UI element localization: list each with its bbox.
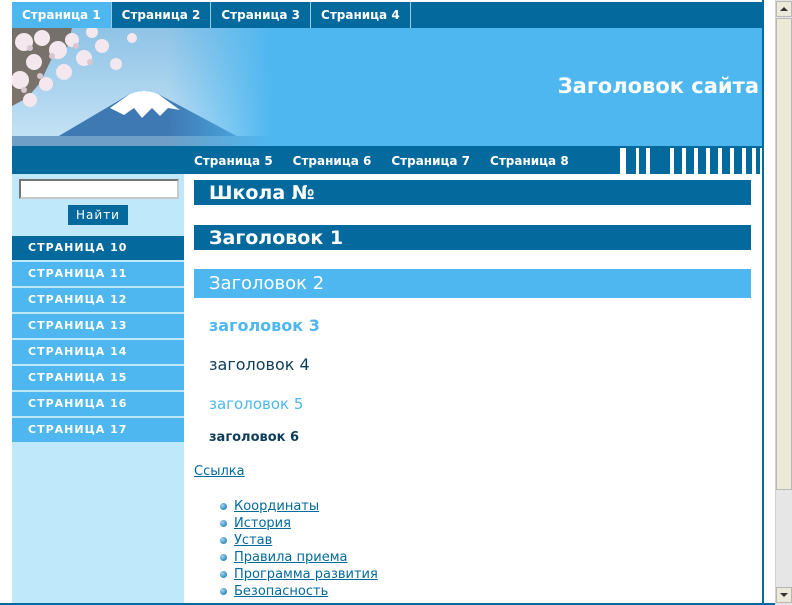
site-banner: Заголовок сайта <box>12 28 763 146</box>
decorative-stripes <box>620 148 763 174</box>
heading-2: Заголовок 2 <box>194 269 751 298</box>
secondary-navigation: Страница 5 Страница 6 Страница 7 Страниц… <box>12 146 763 174</box>
search-button[interactable]: Найти <box>68 205 128 225</box>
link-admission-rules[interactable]: Правила приема <box>234 550 347 565</box>
school-heading: Школа № <box>194 180 751 205</box>
link-history[interactable]: История <box>234 516 291 531</box>
bullet-icon <box>220 503 227 510</box>
sidebar-item-page-13[interactable]: СТРАНИЦА 13 <box>12 314 184 338</box>
heading-6: заголовок 6 <box>209 430 300 445</box>
sidebar-item-page-17[interactable]: СТРАНИЦА 17 <box>12 418 184 442</box>
subnav-page-6[interactable]: Страница 6 <box>293 146 372 174</box>
list-item: Правила приема <box>218 549 751 566</box>
frame-right-border <box>762 0 764 605</box>
scroll-down-arrow-icon[interactable] <box>776 587 792 603</box>
heading-3: заголовок 3 <box>209 316 320 335</box>
bullet-icon <box>220 571 227 578</box>
sidebar-item-page-11[interactable]: СТРАНИЦА 11 <box>12 262 184 286</box>
vertical-scrollbar[interactable] <box>775 0 792 605</box>
heading-4: заголовок 4 <box>209 355 310 374</box>
link-development-program[interactable]: Программа развития <box>234 567 378 582</box>
link-list: Координаты История Устав Правила приема … <box>218 498 751 600</box>
link-charter[interactable]: Устав <box>234 533 272 548</box>
list-item: Координаты <box>218 498 751 515</box>
link-safety[interactable]: Безопасность <box>234 584 328 599</box>
bullet-icon <box>220 588 227 595</box>
bullet-icon <box>220 554 227 561</box>
sidebar-menu: СТРАНИЦА 10 СТРАНИЦА 11 СТРАНИЦА 12 СТРА… <box>12 236 184 444</box>
scroll-up-arrow-icon[interactable] <box>776 1 792 17</box>
sidebar-item-page-16[interactable]: СТРАНИЦА 16 <box>12 392 184 416</box>
page-frame: Страница 1 Страница 2 Страница 3 Страниц… <box>12 0 763 605</box>
subnav-page-5[interactable]: Страница 5 <box>194 146 273 174</box>
link-coordinates[interactable]: Координаты <box>234 499 319 514</box>
sidebar-item-page-10[interactable]: СТРАНИЦА 10 <box>12 236 184 260</box>
top-navigation: Страница 1 Страница 2 Страница 3 Страниц… <box>12 2 763 28</box>
mount-fuji-photo <box>12 28 272 146</box>
list-item: Безопасность <box>218 583 751 600</box>
scrollbar-thumb[interactable] <box>776 18 792 490</box>
bullet-icon <box>220 520 227 527</box>
sidebar-item-page-14[interactable]: СТРАНИЦА 14 <box>12 340 184 364</box>
heading-5: заголовок 5 <box>209 395 304 413</box>
site-title: Заголовок сайта <box>557 74 759 98</box>
subnav-page-7[interactable]: Страница 7 <box>391 146 470 174</box>
sidebar-item-page-12[interactable]: СТРАНИЦА 12 <box>12 288 184 312</box>
list-item: Программа развития <box>218 566 751 583</box>
search-input[interactable] <box>19 179 179 199</box>
tab-page-2[interactable]: Страница 2 <box>112 2 212 28</box>
main-content: Школа № Заголовок 1 Заголовок 2 заголово… <box>194 180 751 600</box>
list-item: История <box>218 515 751 532</box>
bullet-icon <box>220 537 227 544</box>
sidebar: Найти СТРАНИЦА 10 СТРАНИЦА 11 СТРАНИЦА 1… <box>12 174 184 605</box>
sidebar-item-page-15[interactable]: СТРАНИЦА 15 <box>12 366 184 390</box>
subnav-page-8[interactable]: Страница 8 <box>490 146 569 174</box>
tab-page-1[interactable]: Страница 1 <box>12 2 112 28</box>
tab-page-4[interactable]: Страница 4 <box>311 2 411 28</box>
list-item: Устав <box>218 532 751 549</box>
heading-1: Заголовок 1 <box>194 225 751 250</box>
tab-page-3[interactable]: Страница 3 <box>211 2 312 28</box>
sample-link[interactable]: Ссылка <box>194 463 751 481</box>
